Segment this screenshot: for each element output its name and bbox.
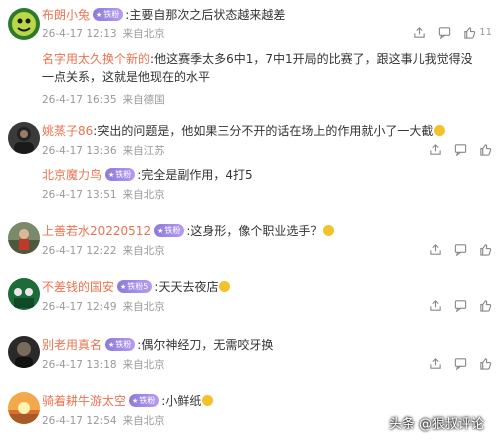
username[interactable]: 上善若水20220512	[42, 224, 151, 238]
username[interactable]: 骑着耕牛游太空	[42, 394, 126, 408]
reply-location: 来自北京	[122, 189, 165, 201]
like-icon[interactable]	[479, 143, 492, 156]
comment-item: 不差钱的国安 ★铁粉5:天天去夜店 26-4-17 12:49 来自北京	[0, 274, 500, 324]
comment-text: 主要自那次之后状态越来越差	[129, 8, 286, 22]
reply-meta: 26-4-17 16:35 来自德国	[42, 92, 165, 107]
share-icon[interactable]	[413, 26, 426, 39]
reply-date: 26-4-17 16:35	[42, 94, 117, 106]
like-count: 11	[479, 27, 492, 38]
reply-username[interactable]: 北京魔力鸟	[42, 168, 102, 182]
comment-icon[interactable]	[454, 357, 467, 370]
comment-item: 别老用真名 ★铁粉:偶尔神经刀，无需咬牙换 26-4-17 13:18 来自北京	[0, 332, 500, 382]
like-icon[interactable]	[479, 357, 492, 370]
comment-icon[interactable]	[454, 243, 467, 256]
comment-date: 26-4-17 13:36	[42, 145, 117, 157]
comment-meta: 26-4-17 12:13 来自北京	[42, 26, 165, 41]
reply-text: 完全是副作用，4打5	[141, 168, 253, 182]
fan-badge: ★铁粉	[93, 8, 124, 21]
comment-item: 上善若水20220512 ★铁粉:这身形，像个职业选手？ 26-4-17 12:2…	[0, 218, 500, 268]
emoji-icon	[219, 281, 231, 292]
comment-actions	[429, 143, 492, 156]
comment-actions	[429, 243, 492, 256]
emoji-icon	[434, 125, 446, 136]
reply-item: 北京魔力鸟 ★铁粉:完全是副作用，4打5 26-4-17 13:51 来自北京	[42, 168, 253, 201]
comment-date: 26-4-17 12:13	[42, 28, 117, 40]
reply-username[interactable]: 名字用太久换个新的	[42, 52, 150, 66]
comment-text: 天天去夜店	[158, 280, 219, 294]
watermark: 头条 @狠叔评论	[388, 417, 484, 432]
comment-location: 来自北京	[122, 28, 165, 40]
fan-badge: ★铁粉5	[117, 280, 153, 293]
comment-text: 小鲜纸	[165, 394, 202, 408]
comment-location: 来自北京	[122, 359, 165, 371]
avatar[interactable]	[8, 392, 40, 424]
avatar[interactable]	[8, 122, 40, 154]
comment-date: 26-4-17 13:18	[42, 359, 117, 371]
fan-badge: ★铁粉	[154, 224, 185, 237]
comment-text: 突出的问题是，他如果三分不开的话在场上的作用就小了一大截	[97, 124, 434, 138]
like-icon[interactable]	[463, 26, 476, 39]
reply-date: 26-4-17 13:51	[42, 189, 117, 201]
emoji-icon	[323, 225, 335, 236]
avatar[interactable]	[8, 222, 40, 254]
share-icon[interactable]	[429, 299, 442, 312]
comment-actions	[429, 299, 492, 312]
comment-date: 26-4-17 12:22	[42, 245, 117, 257]
comment-meta: 26-4-17 12:54 来自北京	[42, 413, 165, 428]
comment-icon[interactable]	[454, 143, 467, 156]
reply-item: 名字用太久换个新的:他这赛季太多6中1，7中1开局的比赛了，跟这事儿我觉得没一点…	[42, 52, 473, 106]
comment-actions: 11	[413, 26, 492, 39]
share-icon[interactable]	[429, 357, 442, 370]
emoji-icon	[202, 395, 214, 406]
comment-location: 来自北京	[122, 301, 165, 313]
comment-actions	[429, 357, 492, 370]
like-icon[interactable]	[479, 299, 492, 312]
comment-location: 来自北京	[122, 245, 165, 257]
avatar[interactable]	[8, 8, 40, 40]
comment-meta: 26-4-17 13:36 来自江苏	[42, 143, 165, 158]
like-icon[interactable]	[479, 243, 492, 256]
share-icon[interactable]	[429, 143, 442, 156]
comment-text: 这身形，像个职业选手？	[190, 224, 323, 238]
comment-date: 26-4-17 12:54	[42, 415, 117, 427]
username[interactable]: 姚蒸子86	[42, 124, 93, 138]
avatar[interactable]	[8, 278, 40, 310]
fan-badge: ★铁粉	[105, 338, 136, 351]
comment-meta: 26-4-17 13:18 来自北京	[42, 357, 165, 372]
comment-location: 来自江苏	[122, 145, 165, 157]
username[interactable]: 不差钱的国安	[42, 280, 114, 294]
comment-location: 来自北京	[122, 415, 165, 427]
fan-badge: ★铁粉	[129, 394, 160, 407]
comment-icon[interactable]	[454, 299, 467, 312]
comment-item: 姚蒸子86:突出的问题是，他如果三分不开的话在场上的作用就小了一大截 26-4-…	[0, 118, 500, 208]
comment-icon[interactable]	[438, 26, 451, 39]
fan-badge: ★铁粉	[105, 168, 136, 181]
reply-meta: 26-4-17 13:51 来自北京	[42, 187, 165, 202]
comment-date: 26-4-17 12:49	[42, 301, 117, 313]
comment-meta: 26-4-17 12:22 来自北京	[42, 243, 165, 258]
reply-location: 来自德国	[122, 94, 165, 106]
username[interactable]: 布朗小兔	[42, 8, 90, 22]
share-icon[interactable]	[429, 243, 442, 256]
avatar[interactable]	[8, 336, 40, 368]
username[interactable]: 别老用真名	[42, 338, 102, 352]
comment-meta: 26-4-17 12:49 来自北京	[42, 299, 165, 314]
comment-text: 偶尔神经刀，无需咬牙换	[141, 338, 274, 352]
